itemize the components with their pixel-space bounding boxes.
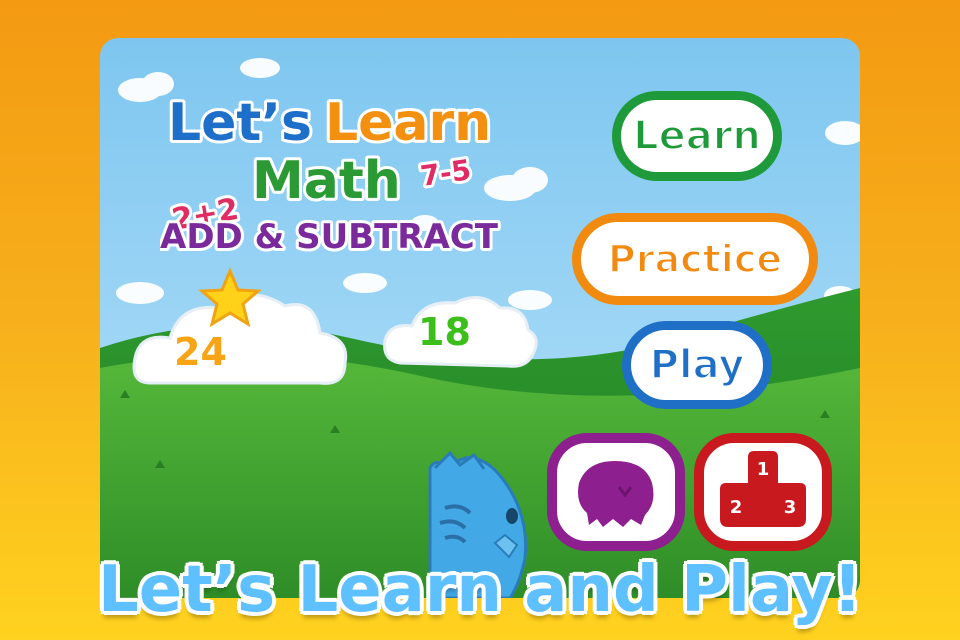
- learn-button-label: Learn: [632, 112, 762, 160]
- learn-button[interactable]: Learn: [612, 91, 782, 181]
- promo-banner: Let’s Learn and Play!: [97, 553, 863, 627]
- play-button[interactable]: Play: [622, 321, 772, 409]
- second-score: 18: [418, 310, 471, 354]
- monster-button[interactable]: [547, 433, 685, 551]
- podium-third: 3: [784, 497, 797, 518]
- practice-button[interactable]: Practice: [572, 213, 818, 305]
- play-button-label: Play: [649, 341, 746, 389]
- podium-second: 2: [730, 497, 743, 518]
- game-title: Let’s Learn Math 2+2 7-5 ADD & SUBTRACT: [160, 90, 502, 258]
- game-screen: Let’s Learn Math 2+2 7-5 ADD & SUBTRACT …: [100, 38, 860, 598]
- podium-icon: 1 2 3: [720, 451, 806, 527]
- monster-icon: [578, 461, 654, 527]
- title-sum-right: 7-5: [418, 153, 473, 193]
- practice-button-label: Practice: [607, 236, 783, 282]
- title-learn: Learn: [325, 93, 491, 153]
- podium-first: 1: [757, 459, 770, 480]
- title-subtitle: ADD & SUBTRACT: [160, 217, 499, 257]
- title-math: Math: [252, 151, 401, 211]
- title-lets: Let’s: [168, 93, 312, 153]
- star-score: 24: [174, 330, 227, 374]
- leaderboard-button[interactable]: 1 2 3: [694, 433, 832, 551]
